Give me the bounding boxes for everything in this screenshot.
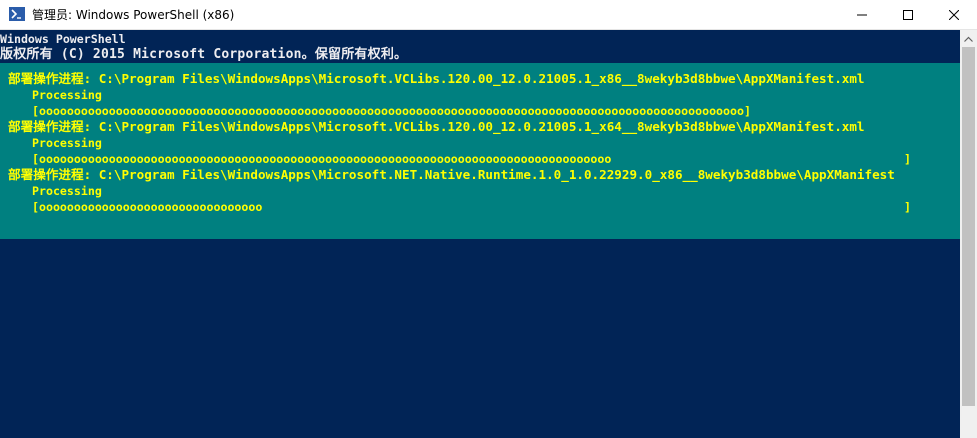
operation-line: 部署操作进程: C:\Program Files\WindowsApps\Mic… [8,167,895,182]
maximize-icon [903,10,913,20]
status-line: Processing [32,136,102,150]
powershell-window: 管理员: Windows PowerShell (x86) Windows Po… [0,0,977,438]
vertical-scrollbar[interactable] [960,30,977,438]
scroll-up-button[interactable] [960,30,977,47]
progress-bar: [ooooooooooooooooooooooooooooooooooooooo… [32,152,612,166]
console-header-copyright: 版权所有 (C) 2015 Microsoft Corporation。保留所有… [0,47,408,62]
operation-line: 部署操作进程: C:\Program Files\WindowsApps\Mic… [8,71,865,86]
title-bar[interactable]: 管理员: Windows PowerShell (x86) [0,0,977,30]
progress-bar-end: ] [904,200,911,214]
window-title: 管理员: Windows PowerShell (x86) [32,8,235,22]
close-button[interactable] [931,0,977,30]
powershell-icon[interactable] [9,7,25,21]
close-icon [949,10,959,20]
scroll-thumb[interactable] [962,47,975,406]
console-header-title: Windows PowerShell [0,32,126,46]
operation-line: 部署操作进程: C:\Program Files\WindowsApps\Mic… [8,119,865,134]
progress-bar: [ooooooooooooooooooooooooooooooooooooooo… [32,104,751,118]
progress-bar-end: ] [904,152,911,166]
maximize-button[interactable] [885,0,931,30]
progress-bar: [oooooooooooooooooooooooooooooooo [32,200,263,214]
progress-panel: 部署操作进程: C:\Program Files\WindowsApps\Mic… [0,63,960,239]
status-line: Processing [32,88,102,102]
console-output[interactable]: Windows PowerShell 版权所有 (C) 2015 Microso… [0,30,960,438]
minimize-button[interactable] [839,0,885,30]
status-line: Processing [32,184,102,198]
chevron-up-icon [964,36,973,42]
minimize-icon [857,14,867,16]
